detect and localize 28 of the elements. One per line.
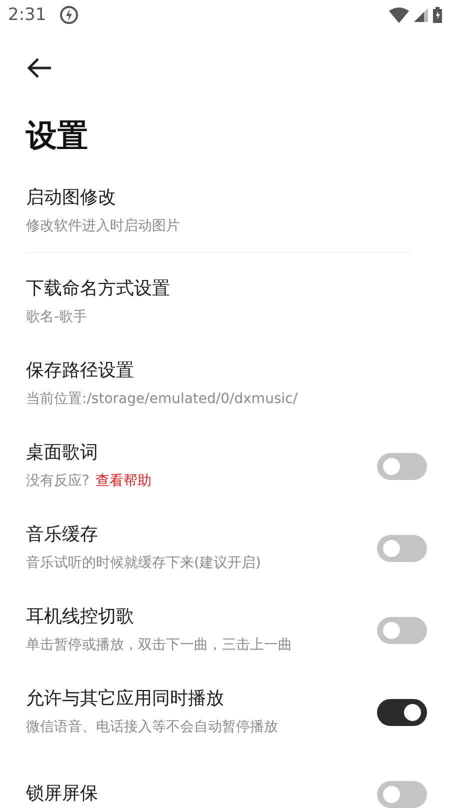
setting-description: 修改软件进入时启动图片 <box>26 218 180 234</box>
setting-description: 歌名-歌手 <box>26 309 88 325</box>
signal-icon <box>414 8 428 22</box>
setting-description: 没有反应? <box>26 473 90 489</box>
setting-title[interactable]: 启动图修改 <box>26 185 427 211</box>
back-arrow-icon[interactable] <box>26 57 52 79</box>
toggle-switch[interactable] <box>377 534 427 562</box>
status-time: 2:31 <box>8 5 46 25</box>
setting-title[interactable]: 下载命名方式设置 <box>26 276 427 302</box>
setting-title[interactable]: 允许与其它应用同时播放 <box>26 686 377 712</box>
toggle-switch[interactable] <box>377 698 427 726</box>
setting-title[interactable]: 耳机线控切歌 <box>26 604 377 630</box>
setting-description: 单击暂停或播放，双击下一曲，三击上一曲 <box>26 637 292 653</box>
toggle-switch[interactable] <box>377 452 427 480</box>
setting-title[interactable]: 音乐缓存 <box>26 522 377 548</box>
setting-description: 音乐试听的时候就缓存下来(建议开启) <box>26 555 261 571</box>
battery-icon <box>433 7 442 23</box>
page-title: 设置 <box>26 117 89 156</box>
setting-title[interactable]: 桌面歌词 <box>26 440 377 466</box>
setting-title[interactable]: 锁屏屏保 <box>26 781 377 807</box>
wifi-icon <box>389 7 409 23</box>
setting-title[interactable]: 保存路径设置 <box>26 358 427 384</box>
battery-saver-icon <box>59 5 80 25</box>
setting-description: 当前位置:/storage/emulated/0/dxmusic/ <box>26 391 298 407</box>
toggle-switch[interactable] <box>377 780 427 808</box>
help-link[interactable]: 查看帮助 <box>95 473 152 489</box>
toggle-switch[interactable] <box>377 616 427 644</box>
setting-description: 微信语音、电话接入等不会自动暂停播放 <box>26 719 278 735</box>
